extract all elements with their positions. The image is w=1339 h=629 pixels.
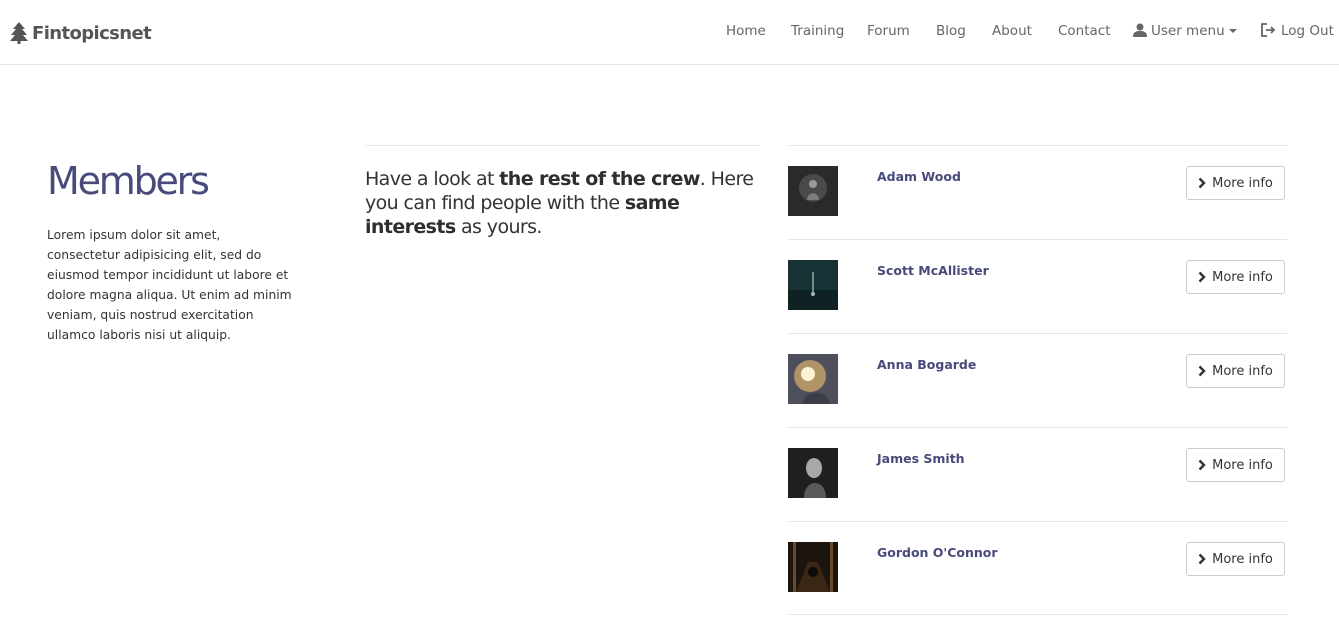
lead-part: Have a look at [365,168,500,190]
navbar: Fintopicsnet Home Training Forum Blog Ab… [0,0,1339,65]
more-info-label: More info [1212,551,1273,567]
avatar [788,448,838,498]
more-info-button[interactable]: More info [1186,542,1285,576]
chevron-right-icon [1198,553,1206,565]
more-info-button[interactable]: More info [1186,260,1285,294]
nav-home[interactable]: Home [726,20,766,42]
nav-user-menu[interactable]: User menu [1133,20,1237,42]
member-list: Adam Wood More info Scott McAllister Mor… [788,145,1287,615]
logout-icon [1261,22,1276,37]
nav-forum[interactable]: Forum [867,20,910,42]
caret-down-icon [1228,29,1237,33]
nav-training[interactable]: Training [791,20,844,42]
list-item: James Smith More info [788,427,1287,521]
member-name[interactable]: Anna Bogarde [877,357,976,372]
avatar [788,354,838,404]
chevron-right-icon [1198,459,1206,471]
nav-contact[interactable]: Contact [1058,20,1111,42]
lead-section: Have a look at the rest of the crew. Her… [365,145,759,239]
chevron-right-icon [1198,177,1206,189]
avatar [788,166,838,216]
member-name[interactable]: Gordon O'Connor [877,545,998,560]
chevron-right-icon [1198,365,1206,377]
main-nav: Home Training Forum Blog About Contact U… [0,20,1339,42]
more-info-label: More info [1212,175,1273,191]
nav-about[interactable]: About [992,20,1032,42]
lead-emphasis: the rest of the crew [499,168,700,190]
user-menu-label: User menu [1151,23,1225,39]
nav-blog[interactable]: Blog [936,20,966,42]
member-name[interactable]: James Smith [877,451,965,466]
avatar [788,260,838,310]
more-info-button[interactable]: More info [1186,354,1285,388]
list-item: Scott McAllister More info [788,239,1287,333]
chevron-right-icon [1198,271,1206,283]
lead-text: Have a look at the rest of the crew. Her… [365,167,759,239]
list-item: Anna Bogarde More info [788,333,1287,427]
page-title: Members [47,159,210,203]
lead-part: as yours. [455,216,542,238]
intro-text: Lorem ipsum dolor sit amet, consectetur … [47,228,292,342]
more-info-button[interactable]: More info [1186,448,1285,482]
user-icon [1133,23,1147,37]
avatar [788,542,838,592]
nav-logout[interactable]: Log Out [1261,20,1334,42]
member-name[interactable]: Scott McAllister [877,263,989,278]
more-info-button[interactable]: More info [1186,166,1285,200]
more-info-label: More info [1212,269,1273,285]
more-info-label: More info [1212,457,1273,473]
list-item: Adam Wood More info [788,145,1287,239]
member-name[interactable]: Adam Wood [877,169,961,184]
members-intro: Members Lorem ipsum dolor sit amet, cons… [47,158,297,345]
more-info-label: More info [1212,363,1273,379]
list-item: Gordon O'Connor More info [788,521,1287,615]
logout-label: Log Out [1281,23,1334,39]
